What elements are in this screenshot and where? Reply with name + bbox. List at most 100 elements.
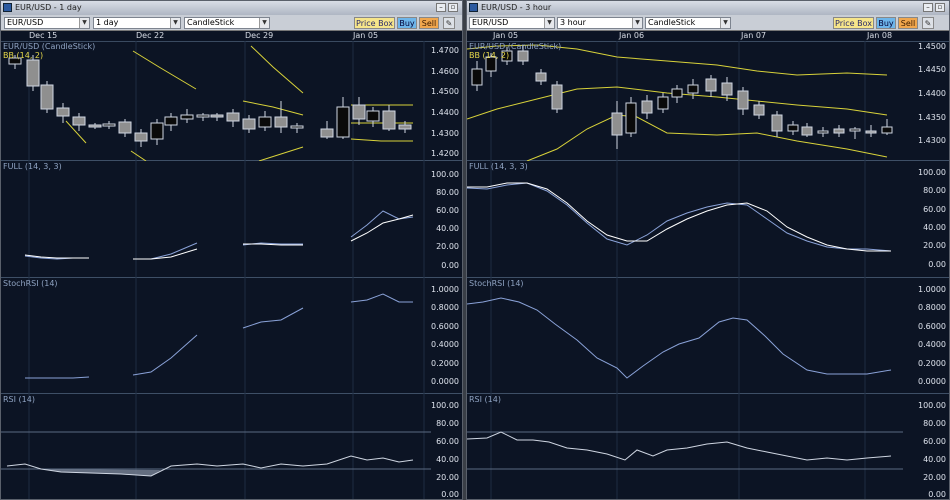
- rsi-tick: 0.00: [928, 490, 946, 499]
- rsi-label: RSI (14): [469, 395, 501, 404]
- price-tick: 1.4500: [431, 87, 459, 96]
- pencil-icon[interactable]: ✎: [922, 17, 934, 29]
- price-tick: 1.4700: [431, 46, 459, 55]
- price-tick: 1.4450: [918, 65, 946, 74]
- candles: [8, 55, 412, 147]
- rsi-tick: 60.00: [436, 437, 459, 446]
- full-tick: 40.00: [923, 223, 946, 232]
- stochrsi-tick: 0.0000: [431, 377, 459, 386]
- window-titlebar[interactable]: EUR/USD - 1 day – ▫: [1, 1, 462, 15]
- full-tick: 0.00: [441, 261, 459, 270]
- chart-toolbar: EUR/USD ▼ 1 day ▼ CandleStick ▼ Price Box B…: [1, 15, 462, 31]
- full-tick: 20.00: [923, 241, 946, 250]
- minimize-icon[interactable]: –: [923, 3, 933, 12]
- rsi-tick: 80.00: [923, 419, 946, 428]
- price-tick: 1.4500: [918, 42, 946, 51]
- rsi-tick: 100.00: [918, 401, 946, 410]
- chevron-down-icon: ▼: [79, 18, 89, 28]
- stochrsi-tick: 0.0000: [918, 377, 946, 386]
- window-title: EUR/USD - 3 hour: [481, 3, 552, 12]
- price-series-label: EUR/USD (CandleStick): [469, 42, 562, 51]
- full-tick: 80.00: [436, 188, 459, 197]
- bollinger-bands: [65, 45, 413, 161]
- chevron-down-icon: ▼: [720, 18, 730, 28]
- chevron-down-icon: ▼: [259, 18, 269, 28]
- full-stochastic-panel[interactable]: FULL (14, 3, 3) 100.00 80.00 60.00 40.00…: [1, 161, 462, 278]
- rsi-tick: 40.00: [923, 455, 946, 464]
- sell-button[interactable]: Sell: [419, 17, 439, 29]
- bollinger-label: BB (14, 2): [3, 51, 44, 60]
- full-tick: 60.00: [436, 206, 459, 215]
- rsi-tick: 80.00: [436, 419, 459, 428]
- date-label: Dec 22: [136, 31, 165, 40]
- full-stochastic-chart: [24, 161, 425, 278]
- rsi-tick: 40.00: [436, 455, 459, 464]
- full-tick: 100.00: [431, 170, 459, 179]
- stochrsi-tick: 1.0000: [431, 285, 459, 294]
- chart-style-select[interactable]: CandleStick ▼: [184, 17, 270, 29]
- full-stochastic-label: FULL (14, 3, 3): [3, 162, 62, 171]
- date-label: Jan 05: [493, 31, 519, 40]
- buy-button[interactable]: Buy: [397, 17, 417, 29]
- rsi-panel[interactable]: RSI (14) 100.00 80.00 60.00 40.00 20.00 …: [1, 394, 462, 499]
- price-panel[interactable]: EUR/USD (CandleStick) BB (14, 2) 1.4700 …: [1, 41, 462, 161]
- buy-button[interactable]: Buy: [876, 17, 896, 29]
- full-tick: 60.00: [923, 205, 946, 214]
- stochrsi-tick: 0.4000: [431, 340, 459, 349]
- symbol-select[interactable]: EUR/USD ▼: [469, 17, 555, 29]
- stochrsi-chart: [25, 278, 425, 394]
- price-box-button[interactable]: Price Box: [833, 17, 874, 29]
- rsi-chart: [1, 394, 431, 499]
- stochrsi-panel[interactable]: StochRSI (14) 1.0000 0.8000 0.6000 0.400…: [1, 278, 462, 394]
- app-icon: [3, 3, 12, 12]
- rsi-tick: 60.00: [923, 437, 946, 446]
- stochrsi-tick: 0.6000: [431, 322, 459, 331]
- date-label: Dec 15: [29, 31, 58, 40]
- symbol-select[interactable]: EUR/USD ▼: [4, 17, 90, 29]
- pencil-icon[interactable]: ✎: [443, 17, 455, 29]
- bollinger-label: BB (14, 2): [469, 51, 510, 60]
- date-label: Jan 06: [619, 31, 645, 40]
- date-label: Jan 07: [741, 31, 767, 40]
- price-tick: 1.4400: [431, 108, 459, 117]
- stochrsi-panel[interactable]: StochRSI (14) 1.0000 0.8000 0.6000 0.400…: [467, 278, 949, 394]
- price-panel[interactable]: EUR/USD (CandleStick) BB (14, 2) 1.4500 …: [467, 41, 949, 161]
- period-select[interactable]: 3 hour ▼: [557, 17, 643, 29]
- rsi-tick: 20.00: [436, 473, 459, 482]
- candlestick-chart: [467, 41, 893, 161]
- chart-window-3hour: EUR/USD - 3 hour – ▫ EUR/USD ▼ 3 hour ▼ Ca…: [466, 0, 950, 500]
- full-stochastic-panel[interactable]: FULL (14, 3, 3) 100.00 80.00 60.00 40.00…: [467, 161, 949, 278]
- app-icon: [469, 3, 478, 12]
- chart-window-daily: EUR/USD - 1 day – ▫ EUR/USD ▼ 1 day ▼ Cand…: [0, 0, 463, 500]
- full-stochastic-chart: [467, 161, 892, 278]
- price-tick: 1.4400: [918, 89, 946, 98]
- candlestick-chart: [8, 41, 425, 161]
- price-box-button[interactable]: Price Box: [354, 17, 395, 29]
- period-select[interactable]: 1 day ▼: [93, 17, 181, 29]
- full-tick: 40.00: [436, 224, 459, 233]
- rsi-tick: 0.00: [441, 490, 459, 499]
- stochrsi-tick: 0.6000: [918, 322, 946, 331]
- stochrsi-label: StochRSI (14): [469, 279, 524, 288]
- chevron-down-icon: ▼: [170, 18, 180, 28]
- price-tick: 1.4350: [918, 113, 946, 122]
- chart-style-select[interactable]: CandleStick ▼: [645, 17, 731, 29]
- price-tick: 1.4300: [918, 136, 946, 145]
- maximize-icon[interactable]: ▫: [935, 3, 945, 12]
- minimize-icon[interactable]: –: [436, 3, 446, 12]
- price-tick: 1.4200: [431, 149, 459, 158]
- chevron-down-icon: ▼: [632, 18, 642, 28]
- stochrsi-tick: 0.2000: [918, 359, 946, 368]
- stochrsi-tick: 0.8000: [431, 303, 459, 312]
- window-titlebar[interactable]: EUR/USD - 3 hour – ▫: [467, 1, 949, 15]
- date-label: Jan 05: [353, 31, 379, 40]
- rsi-panel[interactable]: RSI (14) 100.00 80.00 60.00 40.00 20.00 …: [467, 394, 949, 499]
- sell-button[interactable]: Sell: [898, 17, 918, 29]
- chevron-down-icon: ▼: [544, 18, 554, 28]
- stochrsi-tick: 0.2000: [431, 359, 459, 368]
- price-series-label: EUR/USD (CandleStick): [3, 42, 96, 51]
- maximize-icon[interactable]: ▫: [448, 3, 458, 12]
- stochrsi-chart: [467, 278, 892, 394]
- full-tick: 100.00: [918, 168, 946, 177]
- price-tick: 1.4300: [431, 129, 459, 138]
